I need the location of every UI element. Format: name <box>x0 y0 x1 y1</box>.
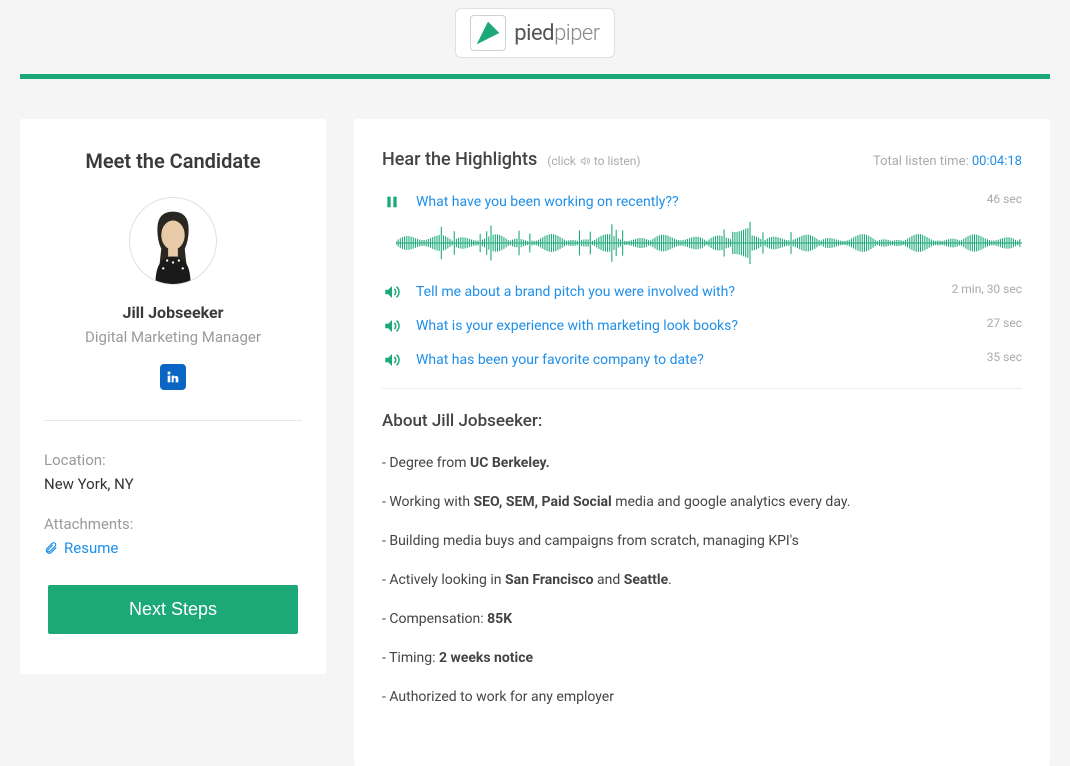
logo-bar: piedpiper <box>20 0 1050 74</box>
audio-track: What have you been working on recently??… <box>382 192 1022 212</box>
track-title[interactable]: What have you been working on recently?? <box>416 194 679 210</box>
audio-track: Tell me about a brand pitch you were inv… <box>382 282 1022 302</box>
about-line: - Working with SEO, SEM, Paid Social med… <box>382 492 1022 513</box>
track-duration: 2 min, 30 sec <box>952 282 1022 296</box>
attachments-label: Attachments: <box>44 515 302 533</box>
paperclip-icon <box>44 541 58 555</box>
sound-icon[interactable] <box>382 316 402 336</box>
logo-text: piedpiper <box>514 21 599 46</box>
resume-link[interactable]: Resume <box>44 539 118 557</box>
sound-icon[interactable] <box>382 350 402 370</box>
resume-link-text: Resume <box>64 539 118 557</box>
track-title[interactable]: What is your experience with marketing l… <box>416 318 738 334</box>
linkedin-icon[interactable] <box>160 364 186 390</box>
logo-mark-icon <box>470 15 506 51</box>
track-title[interactable]: What has been your favorite company to d… <box>416 352 704 368</box>
candidate-avatar <box>129 197 217 285</box>
candidate-role: Digital Marketing Manager <box>44 328 302 346</box>
sidebar-title: Meet the Candidate <box>44 149 302 173</box>
main-content: Hear the Highlights (click to listen) To… <box>354 119 1050 766</box>
candidate-name: Jill Jobseeker <box>44 303 302 322</box>
track-title[interactable]: Tell me about a brand pitch you were inv… <box>416 284 735 300</box>
location-value: New York, NY <box>44 475 302 493</box>
divider <box>382 388 1022 389</box>
about-line: - Authorized to work for any employer <box>382 687 1022 708</box>
about-line: - Compensation: 85K <box>382 609 1022 630</box>
audio-track: What is your experience with marketing l… <box>382 316 1022 336</box>
sound-icon[interactable] <box>382 282 402 302</box>
divider <box>44 420 302 421</box>
accent-bar <box>20 74 1050 79</box>
next-steps-button[interactable]: Next Steps <box>48 585 298 634</box>
location-label: Location: <box>44 451 302 469</box>
highlights-title: Hear the Highlights <box>382 149 537 170</box>
about-title: About Jill Jobseeker: <box>382 411 1022 431</box>
audio-track: What has been your favorite company to d… <box>382 350 1022 370</box>
candidate-sidebar: Meet the Candidate Jill Jobseeker Digita… <box>20 119 326 674</box>
company-logo: piedpiper <box>455 8 614 58</box>
total-listen-time: Total listen time: 00:04:18 <box>873 154 1022 169</box>
about-line: - Degree from UC Berkeley. <box>382 453 1022 474</box>
highlights-hint: (click to listen) <box>547 154 640 168</box>
track-duration: 27 sec <box>987 316 1022 330</box>
about-line: - Building media buys and campaigns from… <box>382 531 1022 552</box>
pause-icon[interactable] <box>382 192 402 212</box>
about-line: - Actively looking in San Francisco and … <box>382 570 1022 591</box>
about-line: - Timing: 2 weeks notice <box>382 648 1022 669</box>
sound-icon <box>579 156 591 166</box>
track-duration: 46 sec <box>987 192 1022 206</box>
audio-waveform[interactable] <box>396 222 1022 264</box>
track-duration: 35 sec <box>987 350 1022 364</box>
